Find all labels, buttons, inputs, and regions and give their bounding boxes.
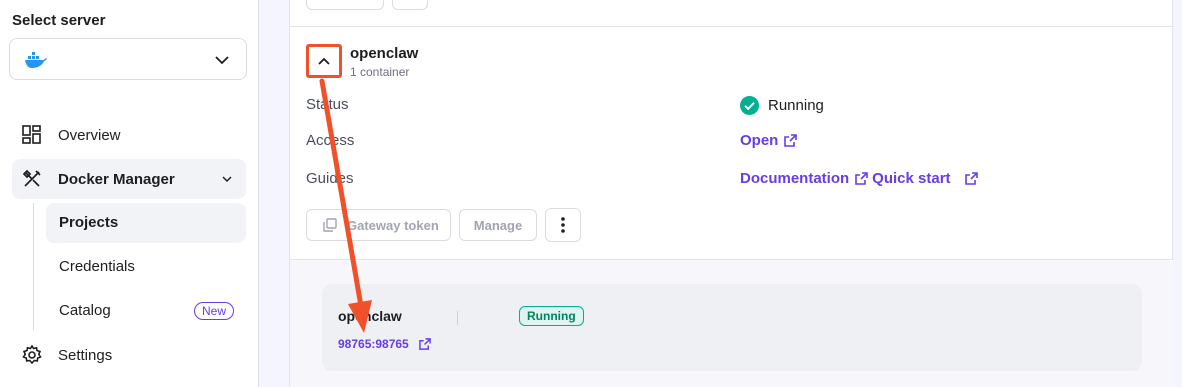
sidebar: Select server Overview Docker Manager Pr… (0, 0, 259, 387)
container-status-badge: Running (519, 306, 584, 326)
nav-overview[interactable]: Overview (12, 115, 246, 155)
quick-start-link-text: Quick start (872, 170, 951, 187)
container-name: openclaw (338, 308, 402, 324)
documentation-link-text: Documentation (740, 170, 850, 187)
nav-credentials[interactable]: Credentials (46, 247, 246, 287)
external-link-icon (855, 172, 868, 185)
server-select[interactable] (9, 38, 247, 80)
external-link-icon (964, 172, 978, 185)
manage-button[interactable]: Manage (459, 209, 537, 241)
quick-start-link[interactable]: Quick start (872, 170, 978, 187)
nav-settings-label: Settings (58, 346, 113, 364)
access-label: Access (306, 132, 355, 149)
more-vertical-icon (561, 217, 565, 233)
project-card: openclaw 1 container Status Running Acce… (289, 0, 1174, 387)
collapse-toggle-button[interactable] (306, 44, 342, 78)
open-link-text: Open (740, 132, 779, 149)
container-port-link[interactable]: 98765:98765 (338, 337, 431, 351)
access-value: Open (740, 132, 798, 149)
external-link-icon (418, 338, 431, 350)
gateway-token-button[interactable]: Gateway token (306, 209, 451, 241)
more-options-button[interactable] (545, 208, 581, 242)
nav-docker-manager-label: Docker Manager (58, 170, 175, 188)
separator (457, 311, 458, 325)
guides-value: Documentation Quick start (740, 170, 978, 187)
open-link[interactable]: Open (740, 132, 798, 149)
container-port-text: 98765:98765 (338, 337, 409, 351)
previous-project-more-button[interactable] (392, 0, 428, 10)
previous-project-button[interactable] (306, 0, 384, 10)
nav-catalog[interactable]: Catalog New (46, 291, 246, 331)
gear-icon (22, 344, 42, 365)
external-link-icon (784, 134, 798, 147)
containers-section: openclaw Running 98765:98765 (290, 260, 1174, 387)
chevron-up-icon (318, 57, 330, 65)
manage-label: Manage (473, 217, 523, 233)
nav-settings[interactable]: Settings (12, 335, 246, 375)
check-circle-icon (740, 96, 759, 115)
chevron-down-icon (214, 52, 230, 73)
nav-overview-label: Overview (58, 126, 121, 144)
project-container-count: 1 container (350, 65, 410, 79)
tools-icon (22, 169, 42, 189)
nav-projects-label: Projects (59, 214, 119, 231)
nav-catalog-label: Catalog (59, 302, 111, 319)
submenu-line (33, 203, 34, 330)
copy-icon (323, 218, 337, 232)
container-row: openclaw Running 98765:98765 (322, 284, 1142, 371)
select-server-title: Select server (12, 12, 106, 29)
grid-icon (22, 125, 42, 145)
nav-projects[interactable]: Projects (46, 203, 246, 243)
docker-icon (24, 51, 48, 74)
chevron-down-icon (220, 172, 234, 191)
project-name: openclaw (350, 45, 419, 62)
guides-label: Guides (306, 170, 354, 187)
new-badge: New (193, 302, 234, 320)
status-label: Status (306, 96, 349, 113)
divider (290, 26, 1174, 27)
nav-credentials-label: Credentials (59, 258, 135, 275)
nav-docker-manager[interactable]: Docker Manager (12, 159, 246, 199)
main-content: openclaw 1 container Status Running Acce… (259, 0, 1182, 387)
documentation-link[interactable]: Documentation (740, 170, 868, 187)
status-value: Running (740, 96, 824, 115)
gateway-token-label: Gateway token (347, 217, 439, 233)
status-text: Running (768, 97, 824, 114)
